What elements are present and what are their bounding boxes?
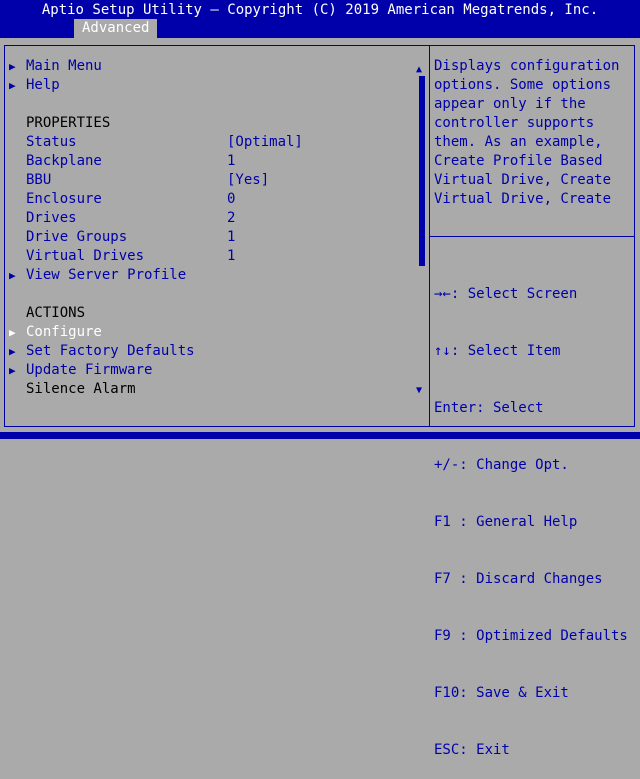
key-legend-item: →←: Select Screen <box>434 286 578 302</box>
section-heading-properties: PROPERTIES <box>0 114 420 133</box>
triangle-right-icon: ▶ <box>9 269 16 282</box>
property-virtual-drives: Virtual Drives 1 <box>0 247 420 266</box>
key-legend-item: F1 : General Help <box>434 514 578 530</box>
key-legend-item: +/-: Change Opt. <box>434 457 569 473</box>
menu-item-label: Help <box>26 77 60 93</box>
property-value: 1 <box>227 229 236 245</box>
property-label: Virtual Drives <box>26 248 145 264</box>
triangle-right-icon: ▶ <box>9 345 16 358</box>
property-backplane: Backplane 1 <box>0 152 420 171</box>
menu-item-silence-alarm[interactable]: Silence Alarm <box>0 380 420 399</box>
help-divider <box>430 236 634 237</box>
property-label: Drives <box>26 210 77 226</box>
footer-bar <box>0 432 640 439</box>
triangle-down-icon[interactable]: ▼ <box>416 381 422 400</box>
scrollbar-thumb[interactable] <box>419 76 425 266</box>
section-heading-actions: ACTIONS <box>0 304 420 323</box>
key-legend: →←: Select Screen ↑↓: Select Item Enter:… <box>434 247 634 779</box>
key-legend-item: ESC: Exit <box>434 742 510 758</box>
menu-item-label: Configure <box>26 324 102 340</box>
title-bar: Aptio Setup Utility – Copyright (C) 2019… <box>0 0 640 38</box>
property-label: Status <box>26 134 77 150</box>
triangle-right-icon: ▶ <box>9 326 16 339</box>
section-heading-label: ACTIONS <box>26 305 86 321</box>
menu-item-label: Set Factory Defaults <box>26 343 195 359</box>
help-text: Displays configuration options. Some opt… <box>434 58 620 207</box>
property-label: BBU <box>26 172 52 188</box>
key-legend-item: F10: Save & Exit <box>434 685 569 701</box>
triangle-right-icon: ▶ <box>9 60 16 73</box>
key-legend-item: Enter: Select <box>434 400 544 416</box>
property-value: 2 <box>227 210 236 226</box>
menu-item-set-factory-defaults[interactable]: ▶ Set Factory Defaults <box>0 342 420 361</box>
tab-advanced[interactable]: Advanced <box>74 19 158 38</box>
property-value: 0 <box>227 191 236 207</box>
menu-item-label: Main Menu <box>26 58 102 74</box>
property-value: 1 <box>227 153 236 169</box>
property-label: Backplane <box>26 153 102 169</box>
key-legend-item: F7 : Discard Changes <box>434 571 603 587</box>
menu-item-help[interactable]: ▶ Help <box>0 76 420 95</box>
property-drives: Drives 2 <box>0 209 420 228</box>
property-label: Drive Groups <box>26 229 128 245</box>
triangle-right-icon: ▶ <box>9 79 16 92</box>
triangle-right-icon: ▶ <box>9 364 16 377</box>
menu-item-main-menu[interactable]: ▶ Main Menu <box>0 57 420 76</box>
property-bbu[interactable]: BBU [Yes] <box>0 171 420 190</box>
menu-item-update-firmware[interactable]: ▶ Update Firmware <box>0 361 420 380</box>
app-title: Aptio Setup Utility – Copyright (C) 2019… <box>41 2 599 18</box>
property-label: Enclosure <box>26 191 102 207</box>
menu-item-label: View Server Profile <box>26 267 187 283</box>
key-legend-item: F9 : Optimized Defaults <box>434 628 628 644</box>
key-legend-item: ↑↓: Select Item <box>434 343 561 359</box>
menu-item-label: Silence Alarm <box>26 381 136 397</box>
menu-item-configure[interactable]: ▶ Configure <box>0 323 420 342</box>
property-status[interactable]: Status [Optimal] <box>0 133 420 152</box>
property-value: [Optimal] <box>227 134 303 150</box>
menu-item-label: Update Firmware <box>26 362 153 378</box>
property-value: [Yes] <box>227 172 270 188</box>
property-value: 1 <box>227 248 236 264</box>
section-heading-label: PROPERTIES <box>26 115 111 131</box>
menu-item-view-server-profile[interactable]: ▶ View Server Profile <box>0 266 420 285</box>
property-enclosure: Enclosure 0 <box>0 190 420 209</box>
property-drive-groups: Drive Groups 1 <box>0 228 420 247</box>
